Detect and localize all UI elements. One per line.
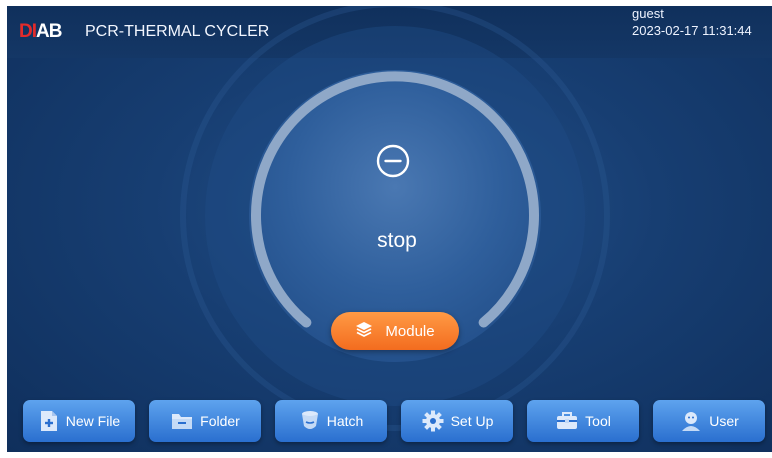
gear-icon <box>421 409 445 433</box>
tool-label: Tool <box>585 413 611 429</box>
new-file-icon <box>38 409 60 433</box>
setup-button[interactable]: Set Up <box>401 400 513 442</box>
new-file-button[interactable]: New File <box>23 400 135 442</box>
folder-icon <box>170 411 194 431</box>
tool-button[interactable]: Tool <box>527 400 639 442</box>
status-text: stop <box>377 229 417 252</box>
module-button[interactable]: Module <box>331 312 459 350</box>
folder-button[interactable]: Folder <box>149 400 261 442</box>
module-button-label: Module <box>385 322 435 340</box>
hatch-label: Hatch <box>326 413 364 429</box>
user-label: User <box>709 413 739 429</box>
hatch-icon <box>299 409 321 433</box>
bottom-nav: New File Folder Hatch Set Up Tool User <box>7 386 772 452</box>
toolbox-icon <box>555 410 579 432</box>
folder-label: Folder <box>200 413 240 429</box>
hatch-button[interactable]: Hatch <box>275 400 387 442</box>
minus-circle-icon <box>375 143 411 184</box>
layers-icon <box>355 321 373 341</box>
user-icon <box>679 409 703 433</box>
main-screen: DIAB PCR-THERMAL CYCLER guest 2023-02-17… <box>7 6 772 452</box>
user-button[interactable]: User <box>653 400 765 442</box>
new-file-label: New File <box>65 413 121 429</box>
setup-label: Set Up <box>450 413 494 429</box>
